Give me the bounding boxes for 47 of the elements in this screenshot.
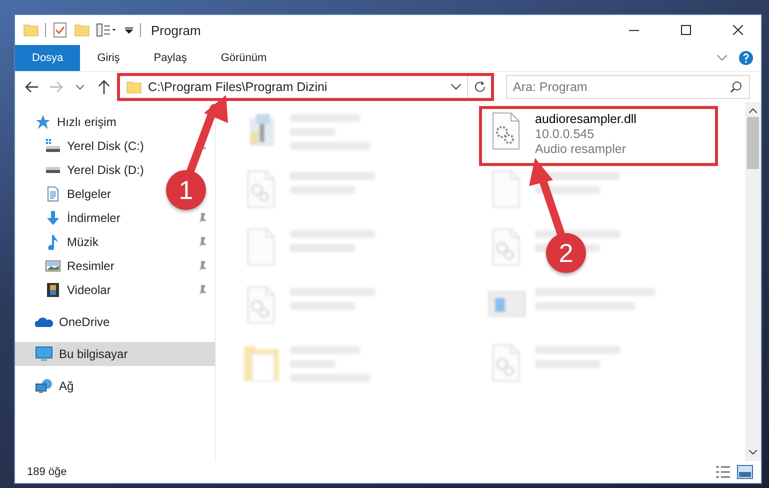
drive-icon xyxy=(45,138,61,154)
sidebar-item[interactable]: Resimler xyxy=(15,254,215,278)
item-count: 189 öğe xyxy=(27,466,67,478)
ribbon-tab[interactable]: Paylaş xyxy=(136,45,204,71)
search-icon xyxy=(730,81,742,93)
checklist-icon xyxy=(52,22,68,38)
download-arrow-icon xyxy=(45,210,61,226)
chevron-icon[interactable] xyxy=(451,84,461,90)
star-icon xyxy=(35,114,51,130)
refresh-icon xyxy=(474,81,486,93)
close-icon xyxy=(733,25,743,35)
ribbon-tab[interactable]: Dosya xyxy=(15,45,80,71)
sidebar-item[interactable]: OneDrive xyxy=(15,310,215,334)
details-view-icon[interactable] xyxy=(715,465,731,479)
film-icon xyxy=(45,282,61,298)
scroll-thumb[interactable] xyxy=(747,117,759,169)
search-field[interactable]: Ara: Program xyxy=(506,75,750,99)
maximize-icon xyxy=(681,25,691,35)
computer-icon xyxy=(35,346,53,362)
window-title: Program xyxy=(151,22,201,38)
picture-icon xyxy=(45,258,61,274)
chevron-icon xyxy=(76,84,84,90)
music-note-icon xyxy=(45,234,61,250)
sidebar-item[interactable]: Müzik xyxy=(15,230,215,254)
help-icon[interactable] xyxy=(739,51,753,65)
file-item[interactable]: audioresampler.dll 10.0.0.545 Audio resampler xyxy=(481,108,716,164)
file-detail: 10.0.0.545 xyxy=(535,127,596,141)
sidebar-item[interactable]: Videolar xyxy=(15,278,215,302)
properties-icon xyxy=(96,22,118,38)
scroll-up-icon[interactable] xyxy=(749,108,757,113)
drive-icon xyxy=(46,167,60,173)
scroll-down-icon[interactable] xyxy=(749,450,757,455)
folder-icon xyxy=(126,79,142,95)
sidebar-item[interactable]: Bu bilgisayar xyxy=(15,342,215,366)
file-detail: Audio resampler xyxy=(535,142,628,156)
folder-icon xyxy=(74,22,90,38)
folder-icon xyxy=(23,22,39,38)
sidebar-item[interactable]: Ağ xyxy=(15,374,215,398)
ribbon-tab[interactable]: Görünüm xyxy=(204,45,284,71)
scrollbar[interactable] xyxy=(745,102,761,461)
address-bar[interactable]: C:\Program Files\Program Dizini xyxy=(119,75,492,99)
document-icon xyxy=(45,186,61,202)
ribbon-tab[interactable]: Giriş xyxy=(80,45,137,71)
sidebar-item[interactable]: Hızlı erişim xyxy=(15,110,215,134)
file-name: audioresampler.dll xyxy=(535,112,636,126)
network-icon xyxy=(35,378,53,394)
thumbnail-view-icon[interactable] xyxy=(737,465,753,479)
